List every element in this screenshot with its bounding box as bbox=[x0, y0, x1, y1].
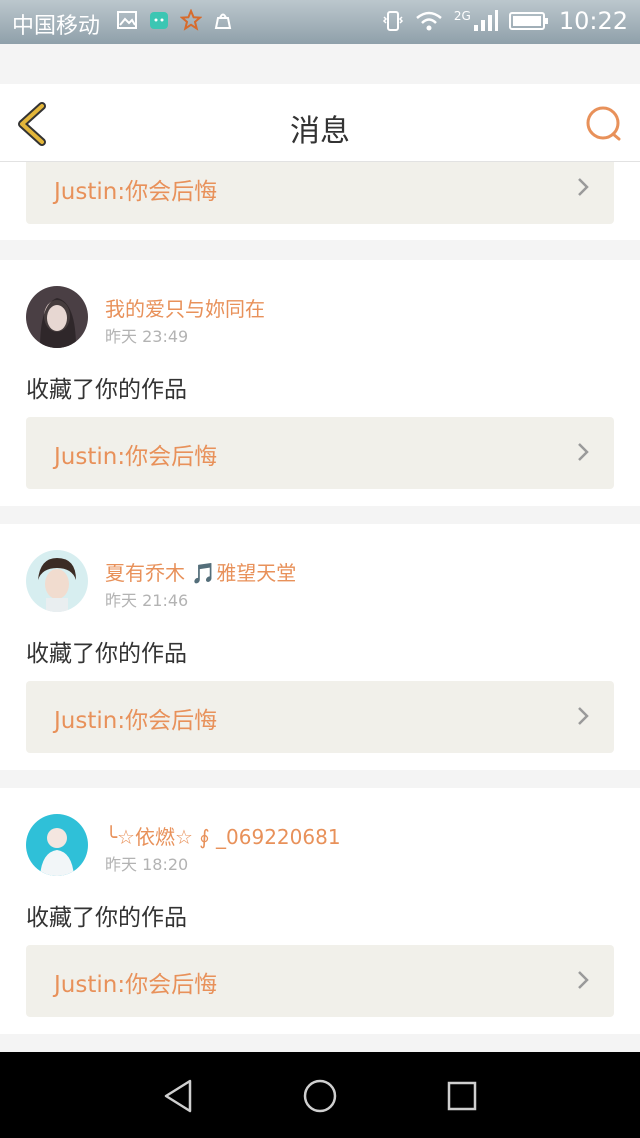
action-text: 收藏了你的作品 bbox=[26, 905, 187, 931]
username[interactable]: ╰☆依燃☆ ∮ _069220681 bbox=[105, 821, 341, 850]
work-link-label: Justin:你会后悔 bbox=[54, 444, 218, 470]
timestamp: 昨天 18:20 bbox=[105, 855, 189, 874]
username[interactable]: 我的爱只与妳同在 bbox=[105, 293, 265, 322]
work-link-label: Justin:你会后悔 bbox=[54, 179, 218, 205]
notification-icons bbox=[116, 9, 234, 31]
avatar[interactable] bbox=[26, 814, 88, 876]
vibrate-icon bbox=[382, 11, 403, 31]
chevron-right-icon bbox=[578, 443, 589, 461]
avatar[interactable] bbox=[26, 550, 88, 612]
recents-square-icon[interactable] bbox=[442, 1076, 482, 1116]
message-feed[interactable]: Justin:你会后悔 我的爱只与妳同在 昨天 23:49 收藏了你的作品 Ju… bbox=[0, 162, 640, 1052]
bag-icon bbox=[214, 13, 232, 29]
timestamp: 昨天 21:46 bbox=[105, 591, 189, 610]
search-icon[interactable] bbox=[584, 104, 624, 144]
clock-label: 10:22 bbox=[558, 7, 628, 35]
page-title: 消息 bbox=[290, 114, 350, 149]
message-card-partial: Justin:你会后悔 bbox=[0, 162, 640, 240]
system-status: 2G 10:22 bbox=[382, 7, 628, 35]
home-circle-icon[interactable] bbox=[300, 1076, 340, 1116]
network-type-label: 2G bbox=[453, 9, 471, 23]
avatar[interactable] bbox=[26, 286, 88, 348]
work-link[interactable]: Justin:你会后悔 bbox=[26, 681, 614, 753]
wifi-icon bbox=[416, 11, 442, 31]
work-link-label: Justin:你会后悔 bbox=[54, 708, 218, 734]
navigation-bar: 消息 bbox=[0, 84, 640, 162]
status-bar: 中国移动 2G 10:22 bbox=[0, 0, 640, 44]
back-triangle-icon[interactable] bbox=[158, 1076, 198, 1116]
action-text: 收藏了你的作品 bbox=[26, 641, 187, 667]
carrier-label: 中国移动 bbox=[12, 14, 101, 39]
work-link[interactable]: Justin:你会后悔 bbox=[26, 945, 614, 1017]
signal-icon bbox=[473, 10, 498, 31]
action-text: 收藏了你的作品 bbox=[26, 377, 187, 403]
message-card: 我的爱只与妳同在 昨天 23:49 收藏了你的作品 Justin:你会后悔 bbox=[0, 260, 640, 506]
star-icon bbox=[180, 9, 202, 31]
android-icon bbox=[150, 12, 168, 29]
work-link[interactable]: Justin:你会后悔 bbox=[26, 417, 614, 489]
system-navigation-bar bbox=[0, 1052, 640, 1138]
work-link[interactable]: Justin:你会后悔 bbox=[26, 162, 614, 224]
chevron-right-icon bbox=[578, 707, 589, 725]
timestamp: 昨天 23:49 bbox=[105, 327, 189, 346]
gallery-icon bbox=[117, 11, 137, 29]
message-card: 夏有乔木 🎵雅望天堂 昨天 21:46 收藏了你的作品 Justin:你会后悔 bbox=[0, 524, 640, 770]
chevron-right-icon bbox=[578, 178, 589, 196]
chevron-right-icon bbox=[578, 971, 589, 989]
work-link-label: Justin:你会后悔 bbox=[54, 972, 218, 998]
message-card: ╰☆依燃☆ ∮ _069220681 昨天 18:20 收藏了你的作品 Just… bbox=[0, 788, 640, 1034]
username[interactable]: 夏有乔木 🎵雅望天堂 bbox=[105, 557, 296, 586]
battery-icon bbox=[508, 12, 548, 30]
